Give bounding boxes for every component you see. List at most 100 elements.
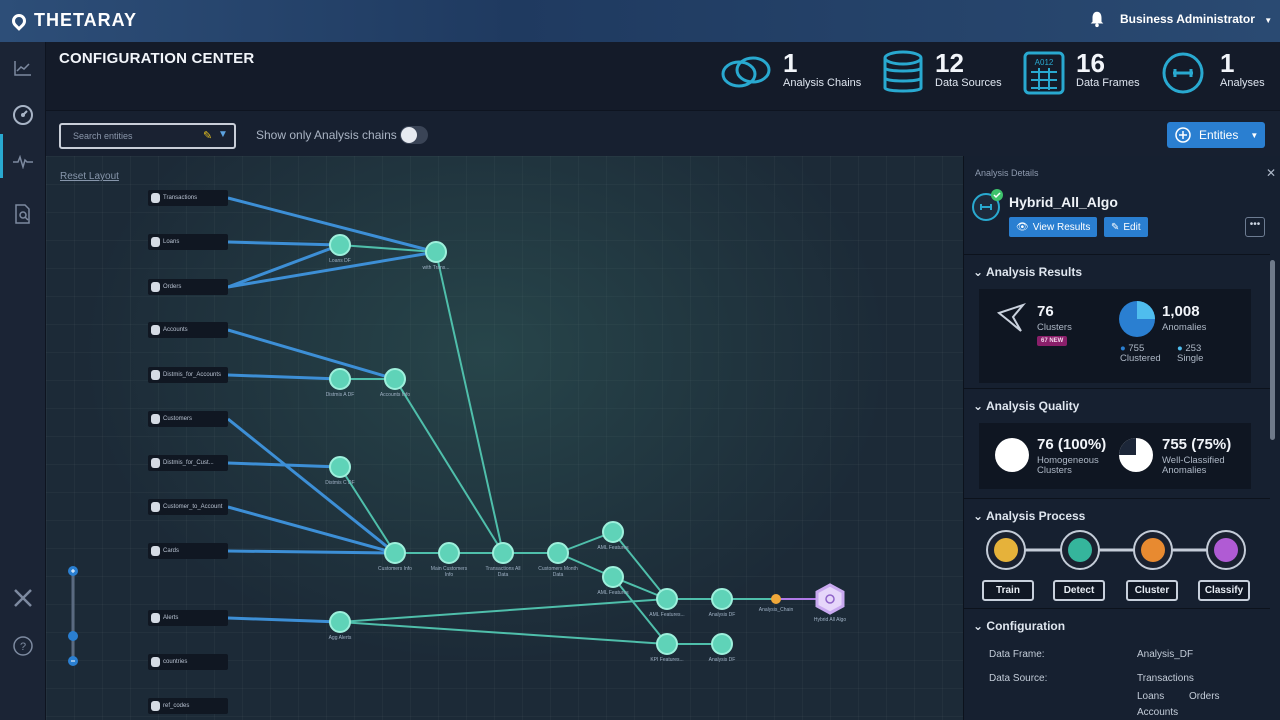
node-label: Hybrid All Algo: [813, 617, 847, 623]
entity-node[interactable]: Alerts: [148, 610, 228, 626]
stat-analysis-chains[interactable]: 1 Analysis Chains: [719, 50, 861, 94]
analysis-node: [815, 583, 845, 615]
gauge-icon[interactable]: [11, 103, 35, 127]
detect-button[interactable]: Detect: [1053, 580, 1105, 601]
analysis-icon: [972, 189, 1003, 221]
stat-value: 12: [935, 48, 964, 78]
help-icon[interactable]: ?: [11, 634, 35, 658]
train-button[interactable]: Train: [982, 580, 1034, 601]
edge: [227, 616, 341, 624]
analysis-process-header[interactable]: ⌄ Analysis Process: [973, 509, 1085, 523]
graph-node: [329, 456, 351, 478]
entity-node[interactable]: Customer_to_Account: [148, 499, 228, 515]
node-label: Agg Alerts: [328, 635, 352, 641]
analysis-quality-section: ⌄ Analysis Quality 76 (100%) Homogeneous…: [964, 388, 1270, 498]
stat-data-sources[interactable]: 12 Data Sources: [881, 50, 1002, 96]
analysis-chains-toggle[interactable]: [400, 126, 428, 144]
tools-icon[interactable]: [11, 586, 35, 610]
close-icon[interactable]: ✕: [1266, 166, 1276, 180]
entity-node[interactable]: ref_codes: [148, 698, 228, 714]
stat-value: 16: [1076, 48, 1105, 78]
graph-node: [425, 241, 447, 263]
sidebar-active-indicator: [0, 134, 3, 178]
database-icon: [151, 657, 160, 667]
panel-scrollbar[interactable]: [1270, 260, 1275, 440]
entity-node[interactable]: Distmis_for_Cust...: [148, 455, 228, 471]
edge: [227, 243, 341, 289]
node-label: Analysis_Chain: [758, 607, 794, 613]
graph-canvas[interactable]: Reset Layout Transactions Loans Orders A…: [46, 156, 963, 720]
configuration-section: ⌄ Configuration: [964, 608, 1270, 720]
zoom-slider[interactable]: [66, 566, 80, 666]
graph-node: [384, 368, 406, 390]
entity-node[interactable]: Customers: [148, 411, 228, 427]
more-options-button[interactable]: •••: [1245, 217, 1265, 237]
stat-data-frames[interactable]: A012 16 Data Frames: [1022, 50, 1140, 96]
node-label: Customers Info: [378, 566, 412, 572]
cluster-button[interactable]: Cluster: [1126, 580, 1178, 601]
clusters-icon: [996, 302, 1027, 332]
brand-logo[interactable]: THETARAY: [9, 10, 138, 31]
homogeneous-label: Homogeneous Clusters: [1037, 456, 1099, 476]
analysis-results-header[interactable]: ⌄ Analysis Results: [973, 265, 1082, 279]
entity-node[interactable]: Orders: [148, 279, 228, 295]
user-menu[interactable]: Business Administrator ▼: [1120, 12, 1272, 26]
chevron-down-icon[interactable]: ▼: [218, 129, 228, 140]
entity-node[interactable]: Transactions: [148, 190, 228, 206]
toolbar: Search entities ✎ ▼ Show only Analysis c…: [46, 110, 1280, 156]
stat-label: Analysis Chains: [783, 77, 862, 89]
data-source-value: Accounts: [1137, 707, 1179, 718]
node-label: with Trans...: [422, 265, 450, 271]
graph-node: [711, 588, 733, 610]
entity-node[interactable]: Accounts: [148, 322, 228, 338]
entity-label: countries: [163, 659, 188, 665]
brand-name: THETARAY: [34, 10, 138, 30]
entities-button-label: Entities: [1199, 128, 1239, 142]
section-title: Analysis Results: [985, 265, 1082, 279]
graph-node: [329, 368, 351, 390]
entities-button[interactable]: Entities ▼: [1167, 122, 1265, 148]
edit-button[interactable]: ✎ Edit: [1104, 217, 1148, 237]
analysis-results-section: ⌄ Analysis Results 76 Clusters 67 NEW 1,…: [964, 254, 1270, 388]
entity-node[interactable]: Cards: [148, 543, 228, 559]
search-input[interactable]: Search entities ✎ ▼: [59, 123, 236, 149]
database-icon: [151, 325, 160, 335]
location-pin-icon: [9, 10, 29, 31]
entity-node[interactable]: Loans: [148, 234, 228, 250]
dashboard-chart-icon[interactable]: [11, 56, 35, 80]
svg-text:A012: A012: [1035, 58, 1054, 67]
stat-value: 1: [783, 48, 798, 78]
stat-analyses[interactable]: 1 Analyses: [1160, 50, 1265, 96]
pencil-icon[interactable]: ✎: [203, 129, 212, 142]
graph-node: [547, 542, 569, 564]
clustered-label: Clustered: [1120, 353, 1161, 364]
toggle-knob: [401, 127, 417, 143]
entity-node[interactable]: Distmis_for_Accounts: [148, 367, 228, 383]
node-label: Distmis C DF: [325, 480, 355, 486]
view-results-button[interactable]: 👁 View Results: [1009, 217, 1098, 237]
configuration-header[interactable]: ⌄ Configuration: [973, 619, 1065, 633]
entity-label: Accounts: [163, 327, 188, 333]
database-icon: [151, 613, 160, 623]
document-search-icon[interactable]: [11, 202, 35, 226]
edge: [227, 461, 341, 469]
chevron-down-icon: ⌄: [973, 399, 984, 413]
node-label: AML Features...: [649, 612, 685, 618]
database-icon: [151, 546, 160, 556]
edge: [339, 621, 668, 645]
clustered-stat: ● 755 Clustered: [1120, 343, 1161, 364]
pulse-icon[interactable]: [11, 150, 35, 174]
stat-label: Data Frames: [1076, 77, 1140, 89]
edge: [227, 373, 341, 381]
analysis-quality-header[interactable]: ⌄ Analysis Quality: [973, 399, 1079, 413]
classify-button[interactable]: Classify: [1198, 580, 1250, 601]
well-classified-label: Well-Classified Anomalies: [1162, 456, 1225, 476]
bell-icon[interactable]: [1088, 10, 1106, 28]
edge: [227, 328, 396, 381]
entity-node[interactable]: countries: [148, 654, 228, 670]
database-icon: [883, 50, 923, 93]
node-label: Transactions All Data: [485, 566, 521, 578]
page-header: CONFIGURATION CENTER 1 Analysis Chains 12…: [46, 42, 1280, 110]
database-icon: [151, 701, 160, 711]
entity-label: Orders: [163, 284, 182, 290]
